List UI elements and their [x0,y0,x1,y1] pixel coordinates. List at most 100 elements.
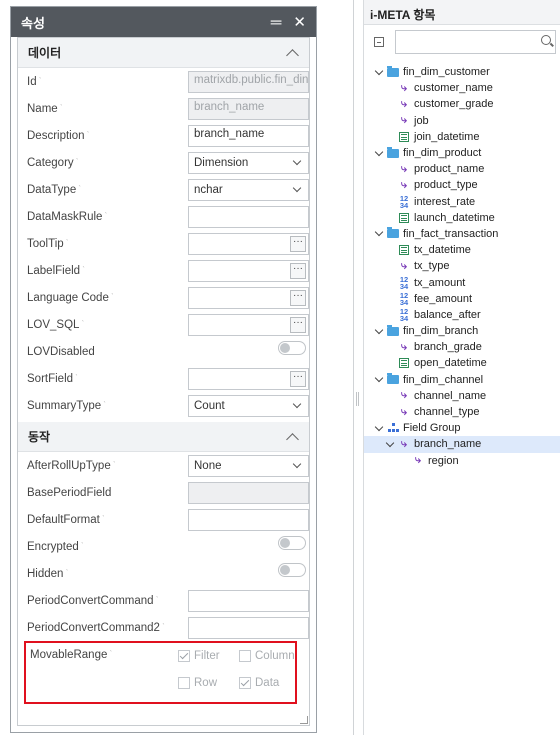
prop-label: BasePeriodField [27,486,112,499]
meta-panel: i-META 항목 fin_dim_customer ⤷ customer_name… [363,0,560,735]
tree-node-label: fin_dim_product [403,147,482,160]
tree-field-node[interactable]: join_datetime [364,129,560,145]
tree-field-node[interactable]: ⤷ branch_grade [364,339,560,355]
expand-chevron-icon[interactable] [373,330,384,333]
properties-title: 속성 [21,15,45,31]
tree-field-node[interactable]: 12 34 fee_amount [364,291,560,307]
tree-group-node[interactable]: fin_dim_customer [364,64,560,80]
search-input[interactable] [395,30,556,54]
expand-chevron-icon[interactable] [373,152,384,155]
tree-field-node[interactable]: ⤷ branch_name [364,436,560,453]
filter-checkbox[interactable]: Filter [178,650,220,662]
ellipsis-button[interactable]: ··· [290,316,306,333]
lovdisabled-toggle[interactable] [278,340,306,355]
data-checkbox[interactable]: Data [239,677,279,689]
tree-field-node[interactable]: open_datetime [364,355,560,371]
expand-chevron-icon[interactable] [373,71,384,74]
datatype-select[interactable]: nchar [188,178,309,201]
resize-grip-icon[interactable] [300,716,308,724]
category-select[interactable]: Dimension [188,151,309,174]
tree-group-node[interactable]: fin_dim_product [364,145,560,161]
prop-label: PeriodConvertCommand2 ˋ [27,621,165,634]
sortfield-field[interactable]: ··· [188,367,309,390]
encrypted-toggle[interactable] [278,535,306,550]
prop-row-tooltip: ToolTip ˋ ··· [18,230,309,257]
prop-row-baseperiod: BasePeriodField [18,479,309,506]
column-checkbox[interactable]: Column [239,650,295,662]
tooltip-field[interactable]: ··· [188,232,309,255]
tree-field-node[interactable]: tx_datetime [364,242,560,258]
prop-row-sortfield: SortField ˋ ··· [18,365,309,392]
tree-field-node[interactable]: ⤷ customer_grade [364,96,560,112]
tree-group-node[interactable]: fin_dim_branch [364,323,560,339]
ellipsis-button[interactable]: ··· [290,370,306,387]
expand-chevron-icon[interactable] [373,232,384,235]
defaultformat-field[interactable] [188,508,309,531]
tree-field-node[interactable]: ⤷ channel_type [364,404,560,420]
number-icon: 12 34 [399,274,409,291]
chevron-down-icon [292,156,302,166]
tree-node-label: region [428,454,459,467]
tree-node-label: job [414,114,429,127]
expand-chevron-icon[interactable] [373,427,384,430]
dimension-icon: ⤷ [400,81,408,94]
tree-field-node[interactable]: 12 34 interest_rate [364,194,560,210]
collapse-all-icon[interactable] [374,37,384,47]
prop-row-lovdisabled: LOVDisabled [18,338,309,365]
expand-chevron-icon[interactable] [384,443,395,446]
tree-group-node[interactable]: Field Group [364,420,560,436]
tree-field-node[interactable]: launch_datetime [364,210,560,226]
ellipsis-button[interactable]: ··· [290,262,306,279]
name-field: branch_name [188,97,309,120]
close-icon[interactable]: ✕ [293,15,306,30]
tree-group-node[interactable]: fin_dim_channel [364,372,560,388]
panel-splitter[interactable] [353,0,354,735]
tree-field-node[interactable]: ⤷ product_name [364,161,560,177]
ellipsis-button[interactable]: ··· [290,289,306,306]
prop-label: Hidden ˋ [27,567,69,580]
periodconvert2-field[interactable] [188,616,309,639]
section-behavior-header[interactable]: 동작 [18,422,309,452]
tree-field-node[interactable]: ⤷ job [364,113,560,129]
tree-field-node[interactable]: ⤷ tx_type [364,258,560,274]
prop-label: LOVDisabled [27,345,95,358]
hidden-toggle[interactable] [278,562,306,577]
description-field[interactable]: branch_name [188,124,309,147]
section-data-header[interactable]: 데이터 [18,38,309,68]
prop-label: AfterRollUpType ˋ [27,459,116,472]
prop-label: DataType ˋ [27,183,82,196]
languagecode-field[interactable]: ··· [188,286,309,309]
properties-header: 속성 ═ ✕ [11,7,316,37]
tree-field-node[interactable]: ⤷ product_type [364,177,560,193]
prop-label: Description ˋ [27,129,90,142]
prop-label: MovableRange ˋ [30,649,113,661]
tree-field-node[interactable]: 12 34 tx_amount [364,274,560,290]
tree-node-label: tx_datetime [414,244,471,257]
labelfield-field[interactable]: ··· [188,259,309,282]
afterrollup-select[interactable]: None [188,454,309,477]
row-checkbox[interactable]: Row [178,677,217,689]
tree-field-node[interactable]: ⤷ region [364,453,560,469]
ellipsis-button[interactable]: ··· [290,235,306,252]
search-icon[interactable] [541,35,551,45]
tree-field-node[interactable]: ⤷ channel_name [364,388,560,404]
periodconvert-field[interactable] [188,589,309,612]
tree-field-node[interactable]: 12 34 balance_after [364,307,560,323]
tree-field-node[interactable]: ⤷ customer_name [364,80,560,96]
tree-node-label: product_name [414,163,485,176]
dimension-icon: ⤷ [400,114,408,127]
chevron-up-icon[interactable] [286,48,299,62]
properties-panel: 속성 ═ ✕ 데이터 Id ˋ matrixdb.public.fin_din N… [10,6,317,733]
tree-group-node[interactable]: fin_fact_transaction [364,226,560,242]
minimize-icon[interactable]: ═ [271,15,282,30]
chevron-up-icon[interactable] [286,432,299,446]
prop-row-periodconvert: PeriodConvertCommand ˋ [18,587,309,614]
splitter-grip-icon[interactable] [356,392,359,406]
tree-node-label: fin_dim_channel [403,373,484,386]
datamaskrule-field[interactable] [188,205,309,228]
lov-sql-field[interactable]: ··· [188,313,309,336]
chevron-down-icon [292,399,302,409]
expand-chevron-icon[interactable] [373,378,384,381]
summarytype-select[interactable]: Count [188,394,309,417]
tree-node-label: tx_type [414,260,450,273]
